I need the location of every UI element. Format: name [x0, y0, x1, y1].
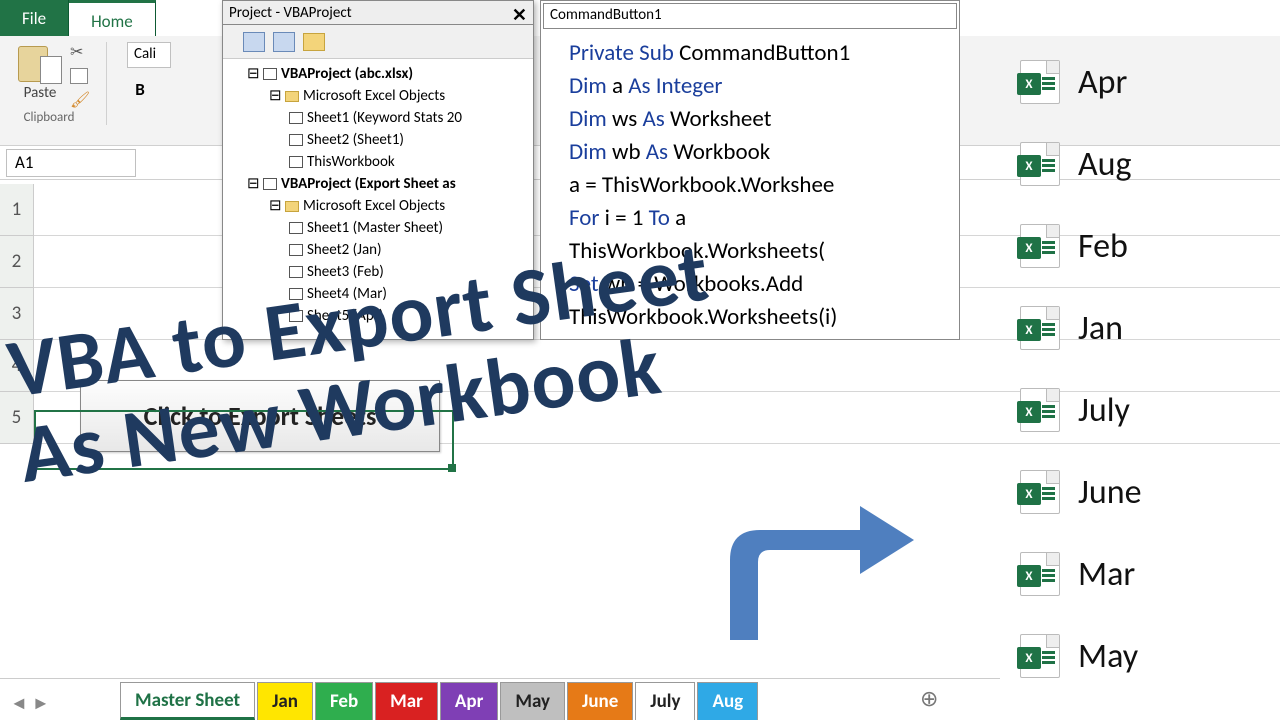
bold-button[interactable]: B: [127, 78, 153, 104]
sheet-tab[interactable]: Aug: [697, 682, 758, 720]
excel-file-icon: X: [1020, 306, 1060, 350]
row-header[interactable]: 2: [0, 236, 33, 288]
sheet-tab[interactable]: June: [567, 682, 633, 720]
tree-node[interactable]: Sheet3 (Feb): [229, 261, 527, 283]
file-name: Apr: [1078, 62, 1127, 103]
project-tree[interactable]: ⊟ VBAProject (abc.xlsx)⊟ Microsoft Excel…: [223, 59, 533, 331]
row-header[interactable]: 1: [0, 184, 33, 236]
sheet-tab[interactable]: Master Sheet: [120, 682, 255, 720]
file-name: June: [1078, 472, 1141, 513]
file-item[interactable]: X July: [1020, 388, 1260, 432]
file-name: May: [1078, 636, 1138, 677]
font-name-box[interactable]: Cali: [127, 42, 171, 68]
tab-home[interactable]: Home: [69, 0, 156, 36]
view-code-icon[interactable]: [243, 32, 265, 52]
file-name: Mar: [1078, 554, 1135, 595]
file-item[interactable]: X May: [1020, 634, 1260, 678]
file-item[interactable]: X June: [1020, 470, 1260, 514]
exported-files-list: X Apr X Aug X Feb X Jan X July X June X Mar X May: [1020, 60, 1260, 678]
excel-file-icon: X: [1020, 224, 1060, 268]
file-item[interactable]: X Apr: [1020, 60, 1260, 104]
close-icon[interactable]: ✕: [512, 4, 527, 21]
clipboard-group: Paste ✂ 🖌 Clipboard: [10, 42, 107, 125]
file-item[interactable]: X Aug: [1020, 142, 1260, 186]
file-name: July: [1078, 390, 1130, 431]
file-item[interactable]: X Feb: [1020, 224, 1260, 268]
vbe-toolbar: [223, 25, 533, 59]
vbe-project-explorer[interactable]: Project - VBAProject ✕ ⊟ VBAProject (abc…: [222, 0, 534, 340]
file-name: Jan: [1078, 308, 1123, 349]
tree-node[interactable]: Sheet2 (Jan): [229, 239, 527, 261]
view-object-icon[interactable]: [273, 32, 295, 52]
row-header[interactable]: 4: [0, 340, 33, 392]
row-header[interactable]: 3: [0, 288, 33, 340]
file-item[interactable]: X Mar: [1020, 552, 1260, 596]
excel-file-icon: X: [1020, 142, 1060, 186]
new-sheet-button[interactable]: ⊕: [920, 685, 938, 712]
excel-file-icon: X: [1020, 388, 1060, 432]
tab-nav[interactable]: ◄ ►: [10, 692, 50, 714]
excel-file-icon: X: [1020, 634, 1060, 678]
sheet-tab[interactable]: Feb: [315, 682, 373, 720]
toggle-folders-icon[interactable]: [303, 33, 325, 51]
font-group: Cali B: [127, 42, 171, 104]
export-sheets-button[interactable]: Click to Export Sheets: [80, 380, 440, 452]
tree-node[interactable]: Sheet4 (Mar): [229, 283, 527, 305]
format-painter-icon[interactable]: 🖌: [70, 90, 88, 106]
paste-button[interactable]: Paste: [10, 42, 70, 102]
clipboard-label: Clipboard: [24, 110, 75, 125]
excel-file-icon: X: [1020, 552, 1060, 596]
sheet-tab[interactable]: Apr: [440, 682, 498, 720]
file-name: Aug: [1078, 144, 1132, 185]
tree-node[interactable]: Sheet1 (Keyword Stats 20: [229, 107, 527, 129]
file-item[interactable]: X Jan: [1020, 306, 1260, 350]
file-name: Feb: [1078, 226, 1128, 267]
tree-node[interactable]: ⊟ VBAProject (Export Sheet as: [229, 173, 527, 195]
name-box[interactable]: [6, 149, 136, 177]
excel-file-icon: X: [1020, 470, 1060, 514]
tree-node[interactable]: ThisWorkbook: [229, 151, 527, 173]
sheet-tab[interactable]: Mar: [375, 682, 438, 720]
cut-icon[interactable]: ✂: [70, 42, 88, 62]
object-combo[interactable]: CommandButton1: [543, 3, 957, 29]
sheet-tab-bar: Master SheetJanFebMarAprMayJuneJulyAug: [0, 678, 1000, 720]
vbe-code-window[interactable]: CommandButton1 Private Sub CommandButton…: [540, 0, 960, 340]
tree-node[interactable]: Sheet1 (Master Sheet): [229, 217, 527, 239]
arrow-icon: [700, 500, 920, 640]
row-header[interactable]: 5: [0, 392, 33, 444]
tab-file[interactable]: File: [0, 0, 69, 36]
copy-icon[interactable]: [70, 68, 88, 84]
vbe-project-title: Project - VBAProject: [229, 4, 352, 21]
tree-node[interactable]: ⊟ Microsoft Excel Objects: [229, 195, 527, 217]
code-pane[interactable]: Private Sub CommandButton1Dim a As Integ…: [541, 31, 959, 340]
tree-node[interactable]: Sheet5 (Apr): [229, 305, 527, 327]
tree-node[interactable]: Sheet2 (Sheet1): [229, 129, 527, 151]
tree-node[interactable]: ⊟ VBAProject (abc.xlsx): [229, 63, 527, 85]
paste-label: Paste: [24, 84, 57, 102]
excel-file-icon: X: [1020, 60, 1060, 104]
sheet-tab[interactable]: July: [635, 682, 695, 720]
sheet-tab[interactable]: Jan: [257, 682, 313, 720]
tree-node[interactable]: ⊟ Microsoft Excel Objects: [229, 85, 527, 107]
sheet-tab[interactable]: May: [500, 682, 565, 720]
